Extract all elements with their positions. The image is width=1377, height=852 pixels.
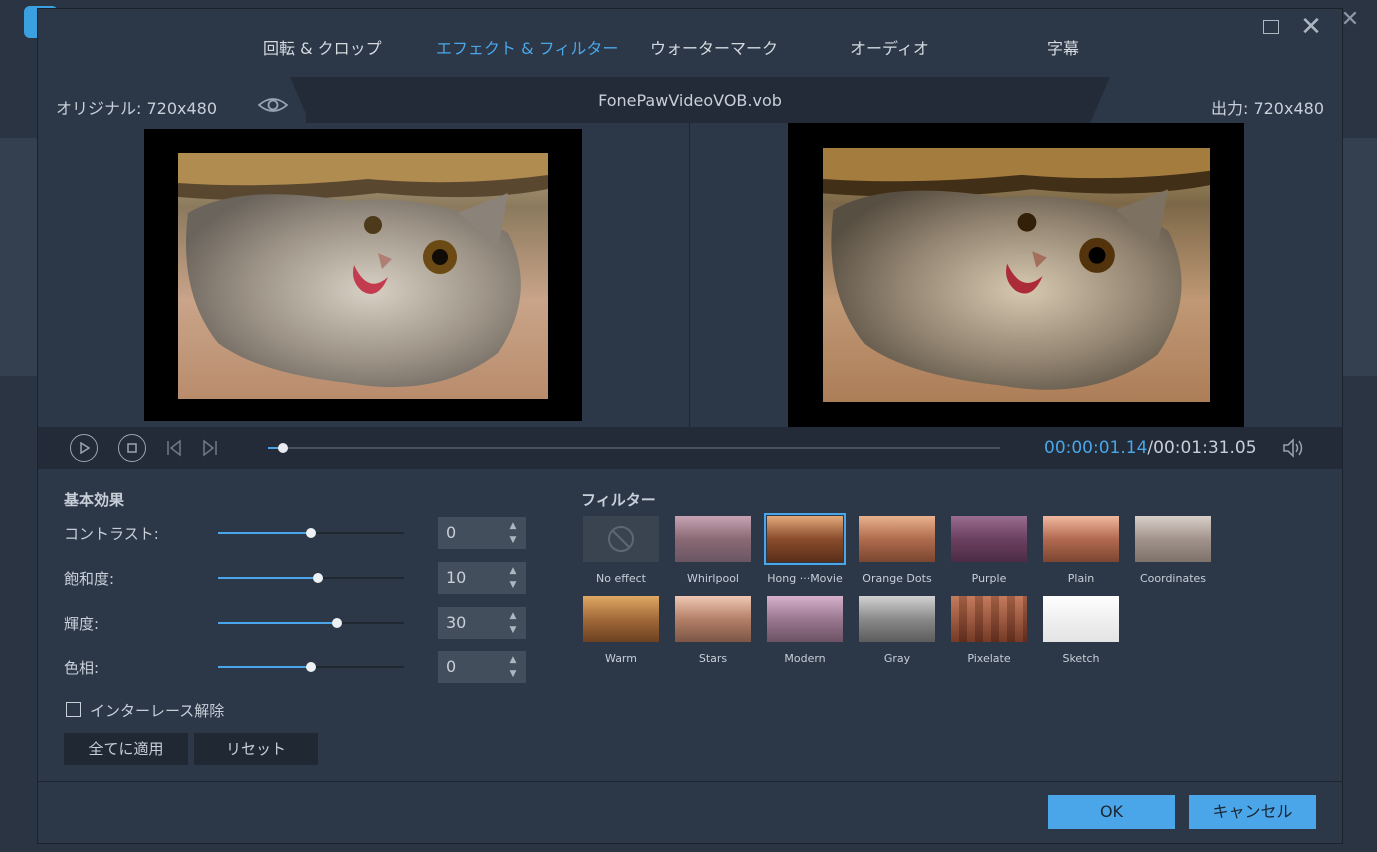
- saturation-label: 飽和度:: [64, 570, 115, 588]
- decrement-icon[interactable]: ▼: [506, 579, 520, 591]
- tab-effects-filters[interactable]: エフェクト & フィルター: [436, 35, 618, 59]
- filter-plain[interactable]: Plain: [1039, 516, 1123, 594]
- brightness-row: 輝度: 30 ▲ ▼: [64, 605, 534, 641]
- play-button[interactable]: [70, 434, 98, 462]
- output-frame-image: [823, 148, 1210, 402]
- deinterlace-label: インターレース解除: [90, 702, 225, 720]
- hue-spinbox[interactable]: 0 ▲ ▼: [438, 651, 526, 683]
- seek-bar[interactable]: [268, 443, 1000, 453]
- file-name: FonePawVideoVOB.vob: [598, 91, 782, 110]
- contrast-slider-thumb[interactable]: [306, 528, 316, 538]
- preview-area: [38, 123, 1342, 427]
- brightness-label: 輝度:: [64, 615, 100, 633]
- previous-frame-icon[interactable]: [164, 438, 184, 458]
- contrast-spinbox[interactable]: 0 ▲ ▼: [438, 517, 526, 549]
- filter-coordinates[interactable]: Coordinates: [1131, 516, 1215, 594]
- filter-pixelate[interactable]: Pixelate: [947, 596, 1031, 674]
- filter-no-effect[interactable]: No effect: [579, 516, 663, 594]
- seek-thumb[interactable]: [277, 443, 288, 453]
- total-time: 00:01:31.05: [1153, 438, 1257, 458]
- filter-warm[interactable]: Warm: [579, 596, 663, 674]
- decrement-icon[interactable]: ▼: [506, 624, 520, 636]
- brightness-spinbox[interactable]: 30 ▲ ▼: [438, 607, 526, 639]
- next-frame-icon[interactable]: [200, 438, 220, 458]
- deinterlace-checkbox[interactable]: [66, 702, 81, 717]
- background-panel-right: [1340, 138, 1377, 376]
- filter-orange-dots[interactable]: Orange Dots: [855, 516, 939, 594]
- tab-audio[interactable]: オーディオ: [850, 35, 929, 59]
- increment-icon[interactable]: ▲: [506, 565, 520, 577]
- hue-slider[interactable]: [218, 662, 404, 672]
- preview-header: オリジナル: 720x480 FonePawVideoVOB.vob 出力: 7…: [38, 77, 1342, 123]
- edit-dialog: ✕ 回転 & クロップ エフェクト & フィルター ウォーターマーク オーディオ…: [37, 8, 1343, 844]
- hue-label: 色相:: [64, 659, 100, 677]
- reset-button[interactable]: リセット: [194, 733, 318, 765]
- tab-subtitle[interactable]: 字幕: [1047, 35, 1079, 59]
- tab-bar: 回転 & クロップ エフェクト & フィルター ウォーターマーク オーディオ 字…: [38, 35, 1342, 75]
- filter-modern[interactable]: Modern: [763, 596, 847, 674]
- saturation-spinbox[interactable]: 10 ▲ ▼: [438, 562, 526, 594]
- output-video-preview: [788, 123, 1244, 427]
- current-time: 00:00:01.14: [1044, 438, 1148, 458]
- contrast-label: コントラスト:: [64, 525, 159, 543]
- filter-purple[interactable]: Purple: [947, 516, 1031, 594]
- increment-icon[interactable]: ▲: [506, 654, 520, 666]
- contrast-row: コントラスト: 0 ▲ ▼: [64, 515, 534, 551]
- cancel-button[interactable]: キャンセル: [1189, 795, 1316, 829]
- filter-hong-movie[interactable]: Hong ···Movie: [763, 513, 847, 594]
- stop-button[interactable]: [118, 434, 146, 462]
- original-frame-image: [178, 153, 548, 399]
- decrement-icon[interactable]: ▼: [506, 534, 520, 546]
- time-display: 00:00:01.14/00:01:31.05: [1044, 438, 1257, 458]
- saturation-row: 飽和度: 10 ▲ ▼: [64, 560, 534, 596]
- contrast-slider[interactable]: [218, 528, 404, 538]
- filters-title: フィルター: [581, 491, 656, 509]
- increment-icon[interactable]: ▲: [506, 520, 520, 532]
- hue-slider-thumb[interactable]: [306, 662, 316, 672]
- filter-whirlpool[interactable]: Whirlpool: [671, 516, 755, 594]
- maximize-icon: [1263, 20, 1279, 34]
- saturation-slider-thumb[interactable]: [313, 573, 324, 583]
- filter-gray[interactable]: Gray: [855, 596, 939, 674]
- apply-all-button[interactable]: 全てに適用: [64, 733, 188, 765]
- decrement-icon[interactable]: ▼: [506, 668, 520, 680]
- original-video-preview: [144, 129, 582, 421]
- basic-effects-title: 基本効果: [64, 491, 125, 509]
- brightness-slider-thumb[interactable]: [332, 618, 343, 628]
- volume-icon[interactable]: [1281, 437, 1305, 459]
- play-icon: [80, 442, 90, 454]
- tab-rotate-crop[interactable]: 回転 & クロップ: [263, 35, 382, 59]
- stop-icon: [127, 443, 137, 453]
- no-effect-icon: [608, 526, 634, 552]
- player-controls: 00:00:01.14/00:01:31.05: [38, 427, 1342, 469]
- tab-watermark[interactable]: ウォーターマーク: [650, 35, 778, 59]
- saturation-slider[interactable]: [218, 573, 404, 583]
- increment-icon[interactable]: ▲: [506, 610, 520, 622]
- background-panel: [0, 138, 40, 376]
- hue-row: 色相: 0 ▲ ▼: [64, 649, 534, 685]
- brightness-slider[interactable]: [218, 618, 404, 628]
- ok-button[interactable]: OK: [1048, 795, 1175, 829]
- filter-sketch[interactable]: Sketch: [1039, 596, 1123, 674]
- output-resolution-label: 出力: 720x480: [1210, 99, 1324, 118]
- filter-stars[interactable]: Stars: [671, 596, 755, 674]
